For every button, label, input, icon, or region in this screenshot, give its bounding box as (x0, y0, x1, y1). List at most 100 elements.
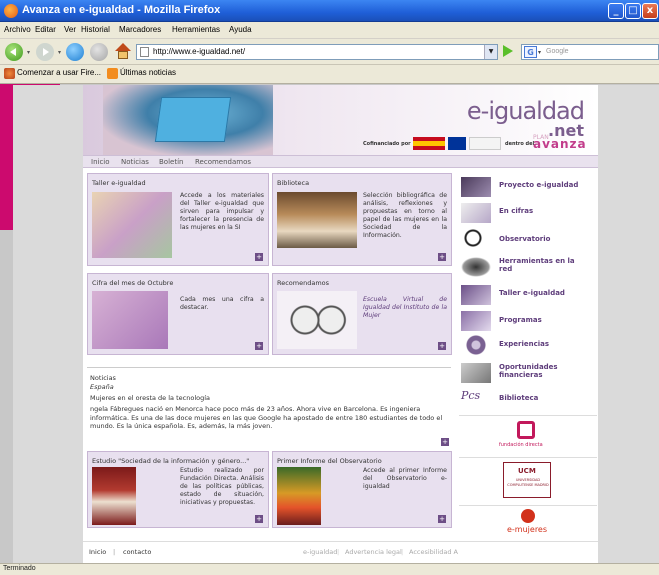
box-recomendamos: Recomendamos Escuela Virtual de Igualdad… (272, 273, 452, 355)
dentro-label: dentro del (505, 141, 535, 147)
go-button[interactable] (503, 45, 513, 57)
nav-boletin[interactable]: Boletín (159, 158, 183, 166)
plus-icon[interactable]: + (255, 253, 263, 261)
plus-icon[interactable]: + (438, 342, 446, 350)
home-button[interactable] (114, 43, 132, 61)
ucm-logo: UCM UNIVERSIDAD COMPLUTENSE MADRID (503, 462, 551, 498)
reload-button[interactable] (66, 43, 84, 61)
noticias-section: Noticias España Mujeres en el oresta de … (87, 367, 451, 446)
spain-flag-logo (413, 137, 445, 150)
numbers-icon (461, 203, 491, 223)
footer-e-igualdad[interactable]: e-igualdad (303, 548, 337, 556)
biblioteca-image (277, 192, 357, 248)
page-viewport: e-igualdad .net Cofinanciado por dentro … (13, 85, 659, 563)
mouse-icon (461, 257, 491, 277)
box-recomendamos-text[interactable]: Escuela Virtual de Igualdad del Institut… (363, 296, 447, 320)
minimize-button[interactable]: _ (608, 3, 624, 19)
box-biblioteca-text: Selección bibliográfica de análisis, ref… (363, 192, 447, 239)
menu-ver[interactable]: Ver (64, 25, 76, 34)
stop-button[interactable] (90, 43, 108, 61)
menu-editar[interactable]: Editar (35, 25, 56, 34)
website: e-igualdad .net Cofinanciado por dentro … (83, 85, 598, 563)
signature-icon: Pcs (461, 389, 481, 402)
nav-noticias[interactable]: Noticias (121, 158, 149, 166)
maximize-button[interactable]: □ (625, 3, 641, 19)
box-taller: Taller e-igualdad Accede a los materiale… (87, 173, 269, 266)
coins-icon (461, 363, 491, 383)
plus-icon[interactable]: + (438, 253, 446, 261)
forward-dropdown-icon[interactable]: ▾ (58, 49, 61, 56)
box-taller-title[interactable]: Taller e-igualdad (92, 179, 146, 187)
notebook-icon (461, 285, 491, 305)
back-dropdown-icon[interactable]: ▾ (27, 49, 30, 56)
box-biblioteca: Biblioteca Selección bibliográfica de an… (272, 173, 452, 266)
close-button[interactable]: x (642, 3, 658, 19)
box-informe: Primer Informe del Observatorio Accede a… (272, 451, 452, 528)
box-recomendamos-title[interactable]: Recomendamos (277, 279, 329, 287)
box-estudio-text: Estudio realizado por Fundación Directa.… (180, 467, 264, 506)
search-engine-dropdown-icon[interactable]: ▾ (538, 49, 541, 56)
nav-recomendamos[interactable]: Recomendamos (195, 158, 251, 166)
box-biblioteca-title[interactable]: Biblioteca (277, 179, 309, 187)
taller-image (92, 192, 172, 258)
search-placeholder[interactable]: Google (546, 48, 569, 55)
status-bar: Terminado (0, 563, 659, 575)
box-informe-title[interactable]: Primer Informe del Observatorio (277, 457, 382, 465)
plus-icon[interactable]: + (438, 515, 446, 523)
estudio-cover-image (92, 467, 136, 525)
back-button[interactable] (5, 43, 23, 61)
firefox-icon (4, 4, 18, 18)
fundacion-logo-icon (517, 421, 535, 439)
cd-icon (461, 335, 491, 355)
menu-herramientas[interactable]: Herramientas (172, 25, 220, 34)
page-icon (140, 47, 149, 57)
footer-advertencia[interactable]: Advertencia legal (345, 548, 402, 556)
box-estudio-title[interactable]: Estudio "Sociedad de la información y gé… (92, 457, 249, 465)
site-header: e-igualdad .net Cofinanciado por dentro … (83, 85, 598, 155)
title-bar: Avanza en e-igualdad - Mozilla Firefox _… (0, 0, 659, 22)
glasses-image (277, 291, 357, 349)
partner-e-mujeres[interactable]: e-mujeres (459, 505, 597, 539)
status-text: Terminado (3, 565, 36, 572)
bookmark-comenzar[interactable]: Comenzar a usar Fire... (17, 68, 101, 77)
informe-cover-image (277, 467, 321, 525)
plus-icon[interactable]: + (441, 438, 449, 446)
footer-inicio[interactable]: Inicio (89, 548, 106, 556)
bookmark-ultimas-noticias[interactable]: Últimas noticias (120, 68, 176, 77)
footer-contacto[interactable]: contacto (123, 548, 151, 556)
search-engine-icon[interactable]: G (524, 46, 537, 58)
box-informe-text: Accede al primer Informe del Observatori… (363, 467, 447, 490)
laptop-icon (461, 177, 491, 197)
menu-bar: Archivo Editar Ver Historial Marcadores … (0, 22, 659, 39)
eu-flag-logo (448, 137, 466, 150)
menu-ayuda[interactable]: Ayuda (229, 25, 252, 34)
plus-icon[interactable]: + (255, 515, 263, 523)
home-icon (115, 43, 131, 51)
search-box[interactable]: G ▾ Google (521, 44, 659, 60)
plus-icon[interactable]: + (255, 342, 263, 350)
box-cifra-text: Cada mes una cifra a destacar. (180, 296, 264, 311)
url-text[interactable]: http://www.e-igualdad.net/ (153, 47, 245, 56)
address-bar[interactable]: http://www.e-igualdad.net/ ▼ (136, 44, 498, 60)
menu-historial[interactable]: Historial (81, 25, 110, 34)
forward-button[interactable] (36, 43, 54, 61)
window-title: Avanza en e-igualdad - Mozilla Firefox (22, 4, 221, 16)
partner-ucm[interactable]: UCM UNIVERSIDAD COMPLUTENSE MADRID (459, 457, 597, 501)
noticias-body: ngela Fábregues nació en Menorca hace po… (90, 405, 443, 430)
noticias-headline[interactable]: Mujeres en el oresta de la tecnología (90, 394, 210, 402)
footer-accesibilidad[interactable]: Accesibilidad A (409, 548, 458, 556)
e-mujeres-logo-icon (521, 509, 535, 523)
magnifier-icon (461, 229, 491, 249)
navigation-toolbar: ▾ ▾ http://www.e-igualdad.net/ ▼ G ▾ Goo… (0, 39, 659, 65)
site-top-nav: Inicio Noticias Boletín Recomendamos (83, 155, 598, 168)
box-estudio: Estudio "Sociedad de la información y gé… (87, 451, 269, 528)
box-cifra-title[interactable]: Cifra del mes de Octubre (92, 279, 173, 287)
nav-inicio[interactable]: Inicio (91, 158, 110, 166)
browser-window: Avanza en e-igualdad - Mozilla Firefox _… (0, 0, 659, 575)
site-footer: Inicio | contacto e-igualdad | Advertenc… (83, 541, 598, 561)
papers-icon (461, 311, 491, 331)
menu-archivo[interactable]: Archivo (4, 25, 31, 34)
partner-fundacion-directa[interactable]: fundación directa (459, 415, 597, 453)
url-dropdown-icon[interactable]: ▼ (484, 45, 497, 59)
menu-marcadores[interactable]: Marcadores (119, 25, 161, 34)
